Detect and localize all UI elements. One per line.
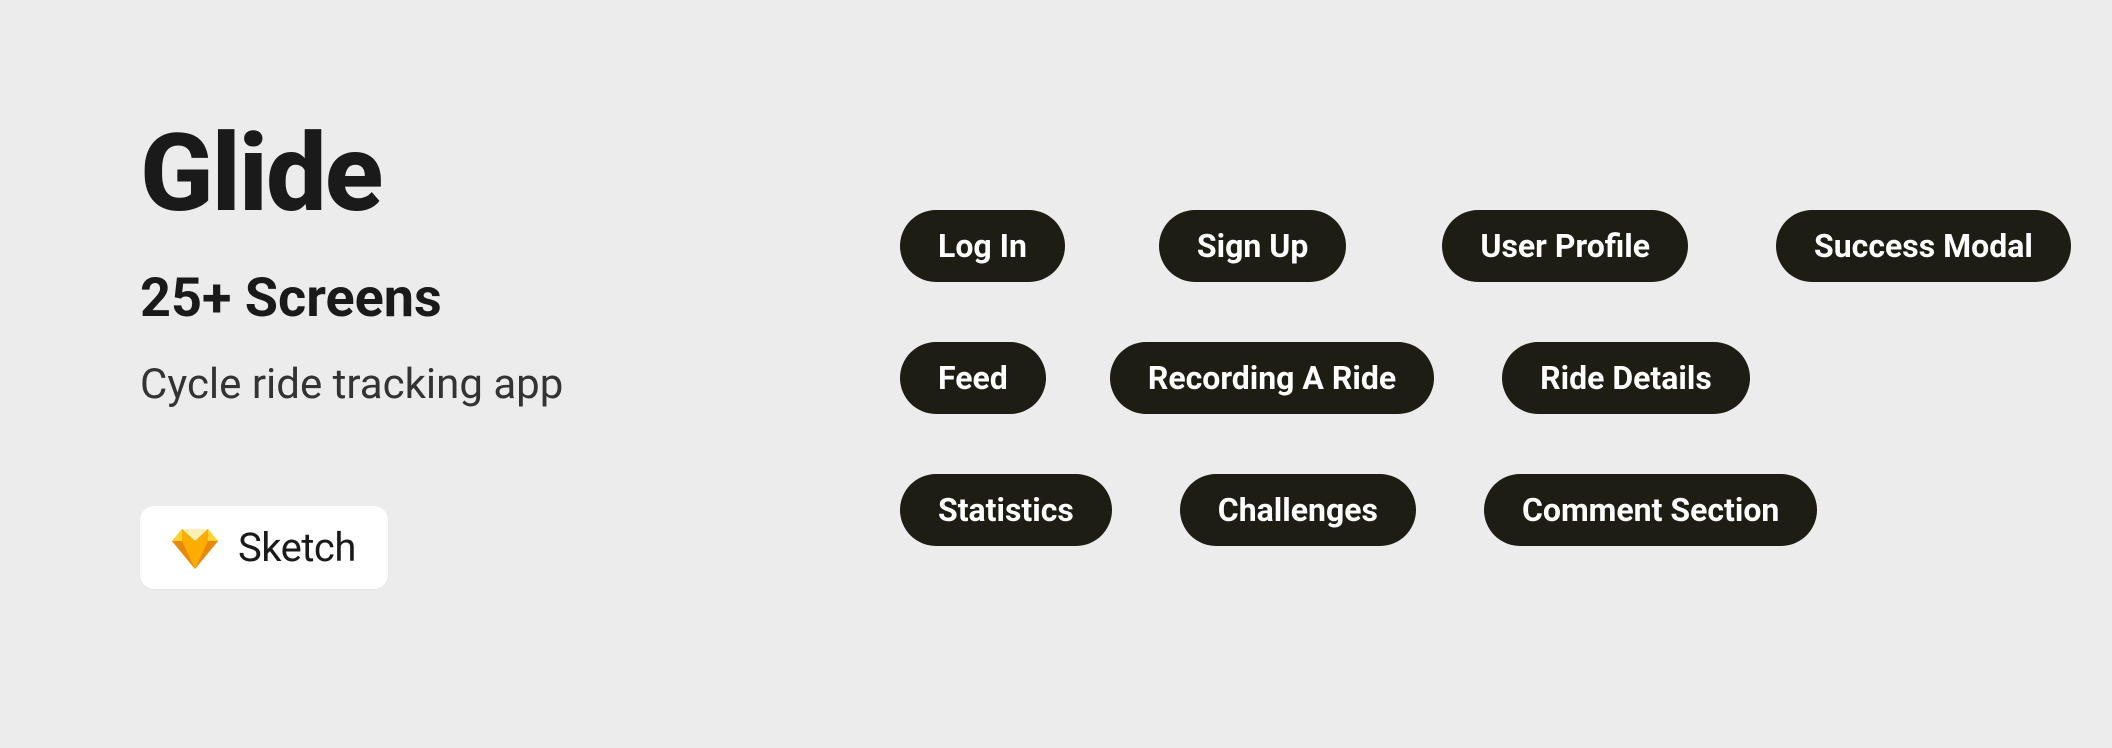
product-title: Glide: [140, 120, 563, 228]
tag-pill[interactable]: Log In: [900, 210, 1065, 282]
tag-pill[interactable]: Ride Details: [1502, 342, 1750, 414]
tags-panel: Log InSign UpUser ProfileSuccess Modal F…: [900, 210, 1980, 606]
tag-pill[interactable]: Success Modal: [1776, 210, 2071, 282]
tag-pill[interactable]: Sign Up: [1159, 210, 1346, 282]
tag-pill[interactable]: Challenges: [1180, 474, 1416, 546]
tag-pill[interactable]: User Profile: [1442, 210, 1688, 282]
tag-row-3: Statistics Challenges Comment Section: [900, 474, 1980, 546]
sketch-badge: Sketch: [140, 506, 388, 589]
info-panel: Glide 25+ Screens Cycle ride tracking ap…: [140, 120, 563, 589]
tag-pill[interactable]: Feed: [900, 342, 1046, 414]
tag-pill[interactable]: Statistics: [900, 474, 1112, 546]
product-description: Cycle ride tracking app: [140, 364, 563, 406]
tag-pill[interactable]: Recording A Ride: [1110, 342, 1434, 414]
tag-row-1: Log InSign UpUser ProfileSuccess Modal: [900, 210, 1980, 282]
screens-count: 25+ Screens: [140, 272, 563, 326]
tag-row-2: Feed Recording A Ride Ride Details: [900, 342, 1980, 414]
tag-pill[interactable]: Comment Section: [1484, 474, 1817, 546]
sketch-label: Sketch: [238, 524, 356, 571]
sketch-icon: [172, 527, 218, 569]
